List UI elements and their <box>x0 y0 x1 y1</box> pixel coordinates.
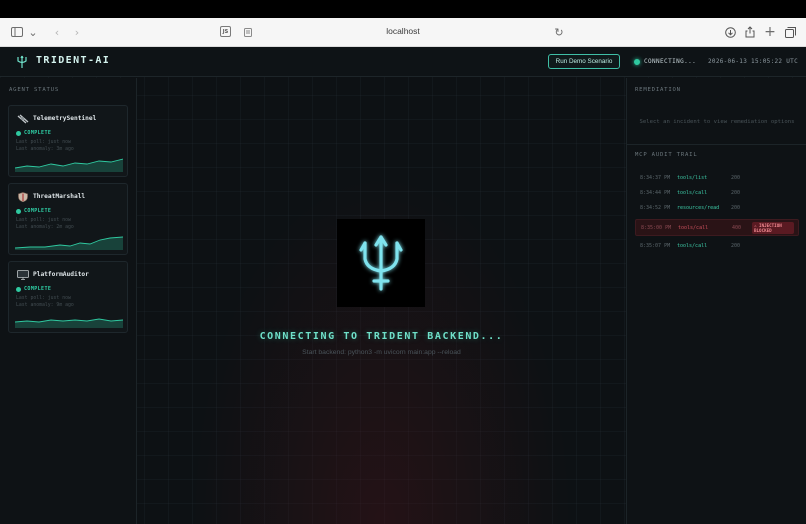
audit-tool: resources/read <box>677 205 720 211</box>
app-header: TRIDENT-AI Run Demo Scenario CONNECTING.… <box>0 47 806 77</box>
monitor-icon <box>17 270 29 280</box>
url-field[interactable]: localhost <box>300 26 506 36</box>
last-anomaly: Last anomaly: 2m ago <box>16 225 74 230</box>
last-poll: Last poll: just now <box>16 218 71 223</box>
audit-row-blocked[interactable]: 8:35:00 PM tools/call 400 ⚠ INJECTION BL… <box>635 219 799 236</box>
activity-sparkline <box>15 318 123 328</box>
connection-status: CONNECTING... <box>644 58 697 65</box>
start-command-hint: Start backend: python3 -m uvicorn main:a… <box>302 349 461 356</box>
connection-indicator <box>634 59 640 65</box>
audit-tool: tools/list <box>677 175 708 181</box>
brand-title: TRIDENT-AI <box>36 55 111 66</box>
audit-tool: tools/call <box>678 225 709 231</box>
agent-status-title: AGENT STATUS <box>9 87 60 93</box>
status-dot <box>16 287 21 292</box>
agent-status-panel: AGENT STATUS TelemetrySentinel COMPLETE … <box>0 78 137 524</box>
agent-card[interactable]: ThreatMarshall COMPLETE Last poll: just … <box>8 183 128 255</box>
app-window: TRIDENT-AI Run Demo Scenario CONNECTING.… <box>0 47 806 524</box>
audit-time: 8:35:07 PM <box>640 243 671 249</box>
audit-code: 200 <box>731 175 741 181</box>
agent-name: PlatformAuditor <box>33 271 89 278</box>
utc-clock: 2026-06-13 15:05:22 UTC <box>708 58 798 65</box>
activity-sparkline <box>15 158 123 172</box>
audit-row[interactable]: 8:34:52 PM resources/read 200 <box>635 202 799 214</box>
last-anomaly: Last anomaly: 3m ago <box>16 147 74 152</box>
activity-sparkline <box>15 236 123 250</box>
audit-code: 200 <box>731 205 741 211</box>
share-icon[interactable] <box>743 25 757 39</box>
audit-code: 200 <box>731 190 741 196</box>
audit-time: 8:34:52 PM <box>640 205 671 211</box>
download-icon[interactable] <box>723 25 737 39</box>
injection-blocked-badge: ⚠ INJECTION BLOCKED <box>752 222 794 234</box>
agent-status: COMPLETE <box>24 208 52 214</box>
last-poll: Last poll: just now <box>16 296 71 301</box>
audit-row[interactable]: 8:34:44 PM tools/call 200 <box>635 187 799 199</box>
audit-row[interactable]: 8:35:07 PM tools/call 200 <box>635 240 799 252</box>
agent-status: COMPLETE <box>24 286 52 292</box>
agent-status: COMPLETE <box>24 130 52 136</box>
agent-name: TelemetrySentinel <box>33 115 97 122</box>
shield-icon <box>18 192 28 202</box>
top-black-strip <box>0 0 806 18</box>
last-poll: Last poll: just now <box>16 140 71 145</box>
trident-icon <box>359 235 403 291</box>
status-dot <box>16 131 21 136</box>
agent-name: ThreatMarshall <box>33 193 86 200</box>
agent-card[interactable]: PlatformAuditor COMPLETE Last poll: just… <box>8 261 128 333</box>
status-dot <box>16 209 21 214</box>
forward-icon[interactable]: › <box>70 25 84 39</box>
audit-time: 8:35:00 PM <box>641 225 672 231</box>
remediation-title: REMEDIATION <box>635 87 681 93</box>
reader-icon[interactable] <box>241 25 255 39</box>
right-panel: REMEDIATION Select an incident to view r… <box>626 78 806 524</box>
main-view: CONNECTING TO TRIDENT BACKEND... Start b… <box>138 78 625 524</box>
run-demo-button[interactable]: Run Demo Scenario <box>548 54 620 69</box>
chevron-down-icon[interactable]: ⌄ <box>26 25 40 39</box>
satellite-icon <box>17 114 29 124</box>
audit-tool: tools/call <box>677 190 708 196</box>
panel-divider <box>627 144 806 145</box>
audit-row[interactable]: 8:34:37 PM tools/list 200 <box>635 172 799 184</box>
audit-code: 400 <box>732 225 742 231</box>
sidebar-toggle-icon[interactable] <box>10 25 24 39</box>
audit-code: 200 <box>731 243 741 249</box>
reload-icon[interactable]: ↻ <box>552 25 566 39</box>
tabs-overview-icon[interactable] <box>783 25 797 39</box>
remediation-empty-state: Select an incident to view remediation o… <box>639 119 795 125</box>
trident-logo-icon <box>17 55 27 68</box>
browser-toolbar: ⌄ ‹ › JS localhost ↻ + <box>0 18 806 47</box>
connecting-message: CONNECTING TO TRIDENT BACKEND... <box>259 331 504 342</box>
trident-emblem <box>337 219 425 307</box>
audit-time: 8:34:37 PM <box>640 175 671 181</box>
js-extension-icon[interactable]: JS <box>220 26 231 37</box>
audit-time: 8:34:44 PM <box>640 190 671 196</box>
mcp-audit-title: MCP AUDIT TRAIL <box>635 152 698 158</box>
new-tab-icon[interactable]: + <box>763 24 777 40</box>
audit-tool: tools/call <box>677 243 708 249</box>
agent-card[interactable]: TelemetrySentinel COMPLETE Last poll: ju… <box>8 105 128 177</box>
back-icon[interactable]: ‹ <box>50 25 64 39</box>
last-anomaly: Last anomaly: 9m ago <box>16 303 74 308</box>
